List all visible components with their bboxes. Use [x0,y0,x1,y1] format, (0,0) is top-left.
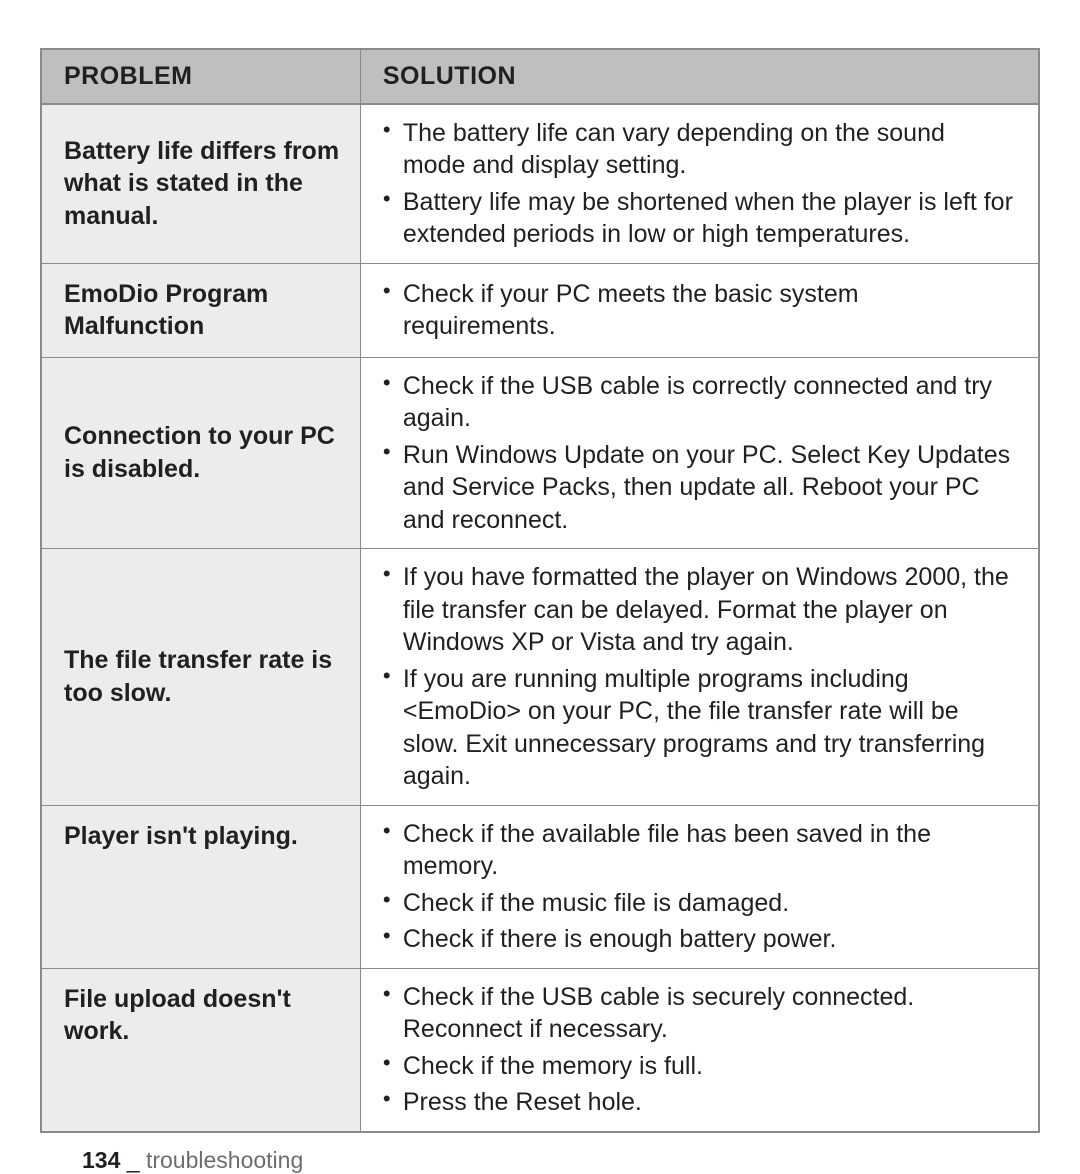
problem-cell: The file transfer rate is too slow. [41,549,360,806]
footer-sep: _ [120,1147,146,1173]
solution-list: The battery life can vary depending on t… [369,115,1014,253]
problem-cell: File upload doesn't work. [41,968,360,1132]
solution-list: Check if your PC meets the basic system … [369,276,1014,345]
problem-cell: EmoDio Program Malfunction [41,263,360,357]
table-row: File upload doesn't work.Check if the US… [41,968,1039,1132]
table-row: Battery life differs from what is stated… [41,104,1039,264]
page-number: 134 [82,1147,120,1173]
solution-item: Check if the USB cable is securely conne… [369,979,1014,1048]
solution-list: Check if the USB cable is securely conne… [369,979,1014,1121]
solution-item: If you have formatted the player on Wind… [369,559,1014,661]
table-row: EmoDio Program MalfunctionCheck if your … [41,263,1039,357]
troubleshooting-table: PROBLEM SOLUTION Battery life differs fr… [40,48,1040,1133]
table-row: The file transfer rate is too slow.If yo… [41,549,1039,806]
solution-cell: If you have formatted the player on Wind… [360,549,1039,806]
page-footer: 134 _ troubleshooting [40,1133,1040,1174]
header-solution: SOLUTION [360,49,1039,104]
solution-list: Check if the USB cable is correctly conn… [369,368,1014,539]
problem-cell: Connection to your PC is disabled. [41,357,360,549]
solution-list: Check if the available file has been sav… [369,816,1014,958]
solution-cell: Check if the available file has been sav… [360,805,1039,968]
solution-item: Check if the music file is damaged. [369,885,1014,922]
solution-item: Press the Reset hole. [369,1084,1014,1121]
solution-list: If you have formatted the player on Wind… [369,559,1014,795]
solution-cell: Check if the USB cable is securely conne… [360,968,1039,1132]
solution-cell: Check if your PC meets the basic system … [360,263,1039,357]
solution-item: Check if the available file has been sav… [369,816,1014,885]
solution-item: Battery life may be shortened when the p… [369,184,1014,253]
solution-item: Check if your PC meets the basic system … [369,276,1014,345]
solution-item: Check if there is enough battery power. [369,921,1014,958]
solution-item: Check if the USB cable is correctly conn… [369,368,1014,437]
table-row: Connection to your PC is disabled.Check … [41,357,1039,549]
solution-item: Check if the memory is full. [369,1048,1014,1085]
solution-item: If you are running multiple programs inc… [369,661,1014,795]
solution-cell: The battery life can vary depending on t… [360,104,1039,264]
table-row: Player isn't playing.Check if the availa… [41,805,1039,968]
section-name: troubleshooting [146,1147,303,1173]
header-problem: PROBLEM [41,49,360,104]
solution-item: Run Windows Update on your PC. Select Ke… [369,437,1014,539]
solution-cell: Check if the USB cable is correctly conn… [360,357,1039,549]
problem-cell: Player isn't playing. [41,805,360,968]
problem-cell: Battery life differs from what is stated… [41,104,360,264]
solution-item: The battery life can vary depending on t… [369,115,1014,184]
